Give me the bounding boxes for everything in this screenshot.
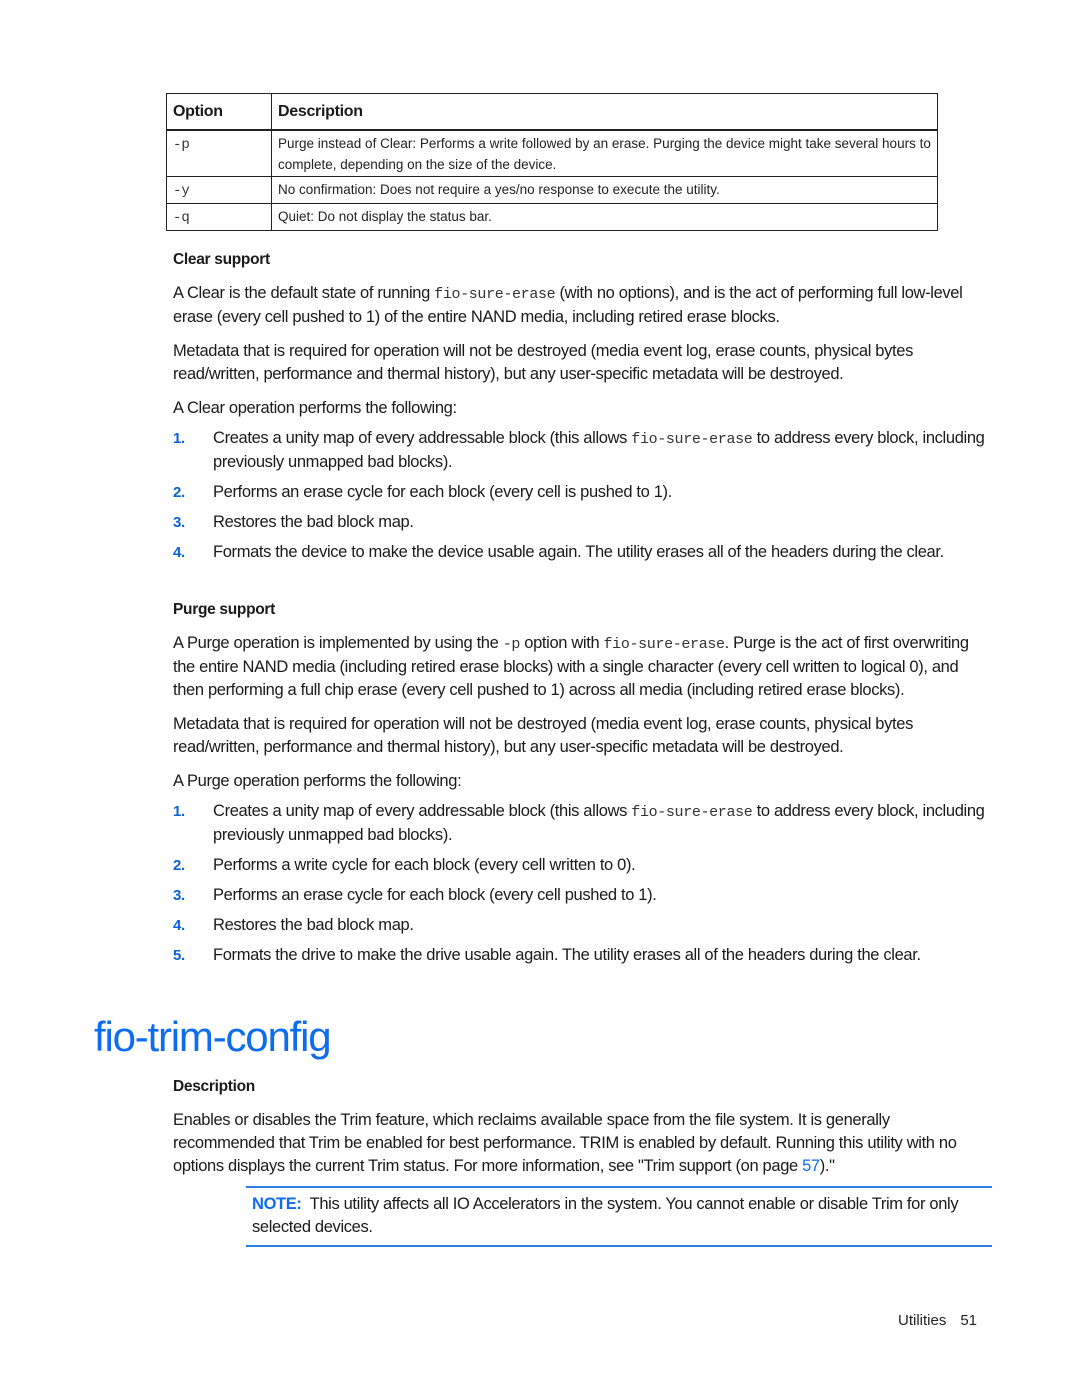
- option-description: Quiet: Do not display the status bar.: [271, 203, 938, 231]
- list-item: 4. Restores the bad block map.: [173, 914, 988, 937]
- list-number: 5.: [173, 947, 185, 964]
- note-label: NOTE:: [252, 1195, 302, 1213]
- ordered-list: 1. Creates a unity map of every addressab…: [173, 427, 988, 564]
- note-box: NOTE: This utility affects all IO Acceler…: [246, 1186, 992, 1247]
- paragraph: Metadata that is required for operation …: [173, 342, 913, 383]
- paragraph: Metadata that is required for operation …: [173, 715, 913, 756]
- inline-code: fio-sure-erase: [434, 286, 556, 303]
- page-reference-link[interactable]: 57: [802, 1157, 820, 1175]
- list-number: 3.: [173, 514, 185, 531]
- page-footer: Utilities 51: [898, 1312, 977, 1329]
- paragraph: A Clear is the default state of running …: [173, 284, 963, 326]
- section-heading: Clear support: [173, 251, 270, 268]
- list-item: 5. Formats the drive to make the drive us…: [173, 944, 988, 967]
- list-intro: A Clear operation performs the following…: [173, 399, 457, 417]
- paragraph: Enables or disables the Trim feature, wh…: [173, 1111, 957, 1175]
- list-number: 1.: [173, 430, 185, 447]
- inline-code: fio-sure-erase: [631, 804, 753, 821]
- table-row: -q Quiet: Do not display the status bar.: [166, 203, 938, 231]
- ordered-list: 1. Creates a unity map of every addressab…: [173, 800, 988, 967]
- list-item: 3. Performs an erase cycle for each block…: [173, 884, 988, 907]
- options-table: Option Description -p Purge instead of C…: [166, 93, 938, 231]
- list-item: 4. Formats the device to make the device …: [173, 541, 988, 564]
- option-description: No confirmation: Does not require a yes/…: [271, 176, 938, 204]
- list-item: 3. Restores the bad block map.: [173, 511, 988, 534]
- list-number: 2.: [173, 857, 185, 874]
- option-flag: -y: [173, 183, 190, 199]
- section-heading: Purge support: [173, 601, 276, 618]
- inline-code: fio-sure-erase: [631, 431, 753, 448]
- inline-code: -p: [502, 636, 521, 653]
- list-item: 2. Performs an erase cycle for each block…: [173, 481, 988, 504]
- document-page: Option Description -p Purge instead of C…: [0, 0, 1080, 1397]
- option-flag: -q: [173, 210, 190, 226]
- table-header-row: Option Description: [166, 93, 938, 131]
- purge-support-section: Purge support A Purge operation is imple…: [173, 598, 988, 967]
- list-item: 2. Performs a write cycle for each block …: [173, 854, 988, 877]
- list-number: 4.: [173, 544, 185, 561]
- list-item: 1. Creates a unity map of every addressab…: [173, 802, 985, 844]
- table-row: -p Purge instead of Clear: Performs a wr…: [166, 129, 938, 177]
- list-item: 1. Creates a unity map of every addressab…: [173, 429, 985, 471]
- table-row: -y No confirmation: Does not require a y…: [166, 176, 938, 204]
- list-number: 2.: [173, 484, 185, 501]
- note-text: This utility affects all IO Accelerators…: [252, 1195, 959, 1236]
- paragraph: A Purge operation is implemented by usin…: [173, 634, 969, 699]
- option-description: Purge instead of Clear: Performs a write…: [271, 129, 938, 177]
- column-header-option: Option: [166, 93, 272, 131]
- inline-code: fio-sure-erase: [603, 636, 725, 653]
- section-heading: Description: [173, 1078, 255, 1095]
- footer-section-name: Utilities: [898, 1312, 947, 1329]
- column-header-description: Description: [271, 93, 938, 131]
- list-intro: A Purge operation performs the following…: [173, 772, 462, 790]
- list-number: 3.: [173, 887, 185, 904]
- page-number: 51: [960, 1312, 978, 1329]
- list-number: 1.: [173, 803, 185, 820]
- clear-support-section: Clear support A Clear is the default sta…: [173, 248, 988, 564]
- trim-description-section: Description Enables or disables the Trim…: [173, 1075, 988, 1178]
- option-flag: -p: [173, 137, 190, 153]
- list-number: 4.: [173, 917, 185, 934]
- chapter-heading: fio-trim-config: [94, 1013, 332, 1060]
